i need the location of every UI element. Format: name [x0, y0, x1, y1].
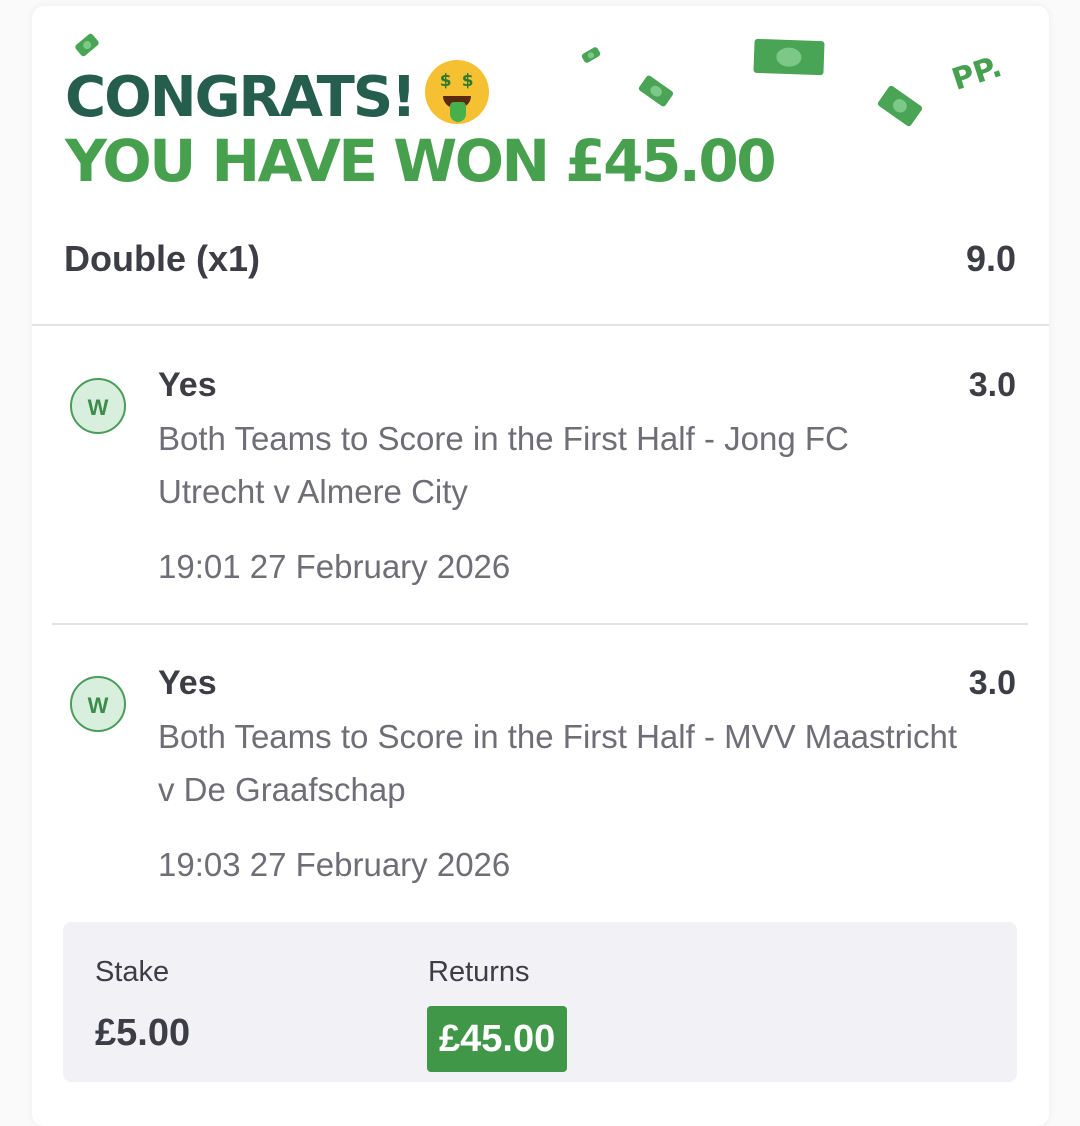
selection-name: Yes — [158, 366, 217, 404]
stake-value: £5.00 — [95, 1012, 191, 1054]
selection-name: Yes — [158, 664, 217, 702]
divider — [32, 324, 1049, 326]
money-mouth-face-icon: $ $ — [424, 60, 489, 124]
divider — [52, 623, 1028, 625]
selection-market: Both Teams to Score in the First Half - … — [158, 718, 957, 808]
returns-value: £45.00 — [427, 1006, 568, 1072]
win-amount-heading: YOU HAVE WON £45.00 — [65, 127, 777, 195]
bet-summary: Stake £5.00 Returns £45.00 — [63, 922, 1017, 1082]
selection-odds: 3.0 — [968, 664, 1016, 702]
money-bill-icon — [876, 84, 924, 128]
money-bill-icon — [637, 74, 675, 108]
congrats-text: CONGRATS! — [65, 65, 417, 130]
money-bill-icon — [753, 38, 825, 76]
bet-type-row: Double (x1) 9.0 — [64, 238, 1016, 280]
win-banner: PP. CONGRATS! $ $ YOU HAVE WON £45.00 Doub… — [32, 6, 1049, 326]
stake-label: Stake — [95, 956, 170, 988]
money-bill-icon — [74, 32, 100, 58]
selection-time: 19:01 27 February 2026 — [158, 548, 511, 585]
selection-odds: 3.0 — [968, 366, 1016, 404]
win-status-badge: W — [70, 378, 126, 434]
bet-receipt-card: PP. CONGRATS! $ $ YOU HAVE WON £45.00 Doub… — [32, 6, 1049, 1126]
returns-label: Returns — [428, 956, 530, 988]
confetti-text: PP. — [947, 49, 1007, 98]
bet-total-odds: 9.0 — [965, 238, 1016, 279]
selection-market: Both Teams to Score in the First Half - … — [158, 420, 849, 510]
selection-time: 19:03 27 February 2026 — [158, 846, 511, 883]
money-bill-icon — [580, 46, 602, 64]
congrats-heading: CONGRATS! $ $ — [65, 60, 489, 133]
win-status-badge: W — [70, 676, 126, 732]
bet-type: Double (x1) — [64, 238, 261, 279]
